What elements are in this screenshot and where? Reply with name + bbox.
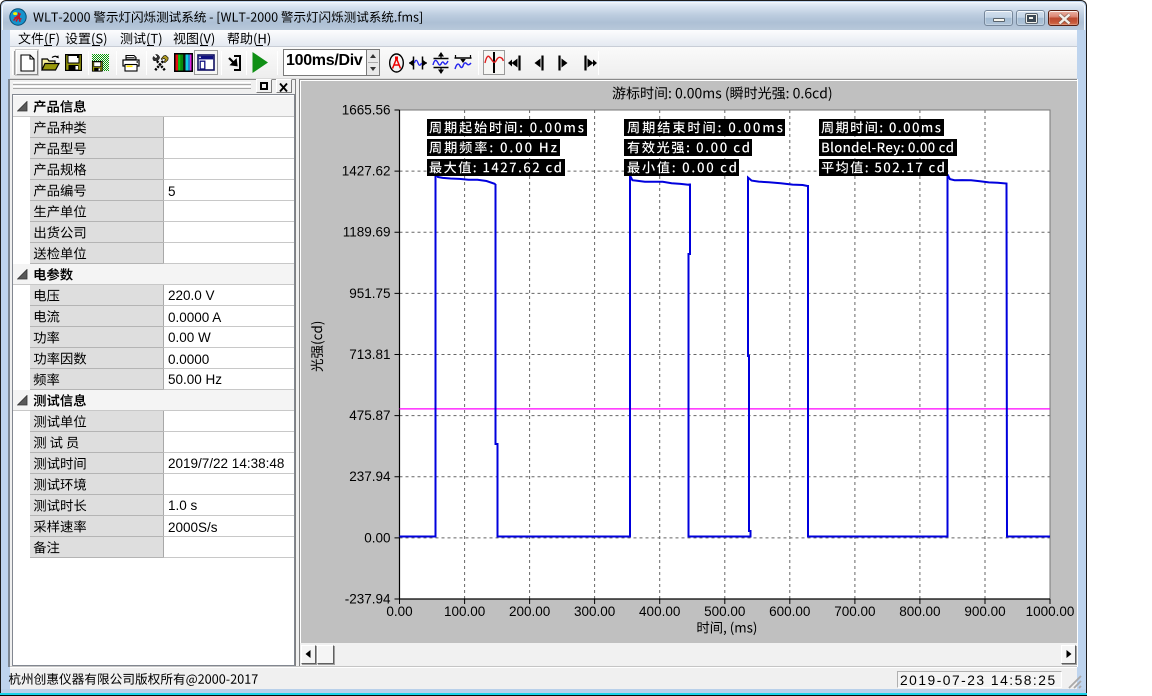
svg-text:237.94: 237.94 — [349, 469, 391, 484]
svg-text:700.00: 700.00 — [834, 604, 875, 619]
svg-text:951.75: 951.75 — [349, 286, 390, 301]
svg-text:-237.94: -237.94 — [345, 592, 391, 607]
svg-text:0.00: 0.00 — [364, 530, 390, 545]
svg-text:400.00: 400.00 — [639, 604, 680, 619]
svg-text:713.81: 713.81 — [349, 347, 390, 362]
svg-text:1427.62: 1427.62 — [342, 164, 391, 179]
svg-text:200.00: 200.00 — [509, 604, 550, 619]
svg-text:475.87: 475.87 — [349, 408, 390, 423]
svg-text:800.00: 800.00 — [899, 604, 940, 619]
svg-text:0.00: 0.00 — [386, 604, 412, 619]
svg-text:600.00: 600.00 — [769, 604, 810, 619]
svg-text:1665.56: 1665.56 — [342, 103, 391, 118]
svg-text:100.00: 100.00 — [444, 604, 485, 619]
svg-text:900.00: 900.00 — [964, 604, 1005, 619]
svg-text:1000.00: 1000.00 — [1026, 604, 1075, 619]
svg-text:300.00: 300.00 — [574, 604, 615, 619]
svg-text:1189.69: 1189.69 — [343, 225, 391, 240]
